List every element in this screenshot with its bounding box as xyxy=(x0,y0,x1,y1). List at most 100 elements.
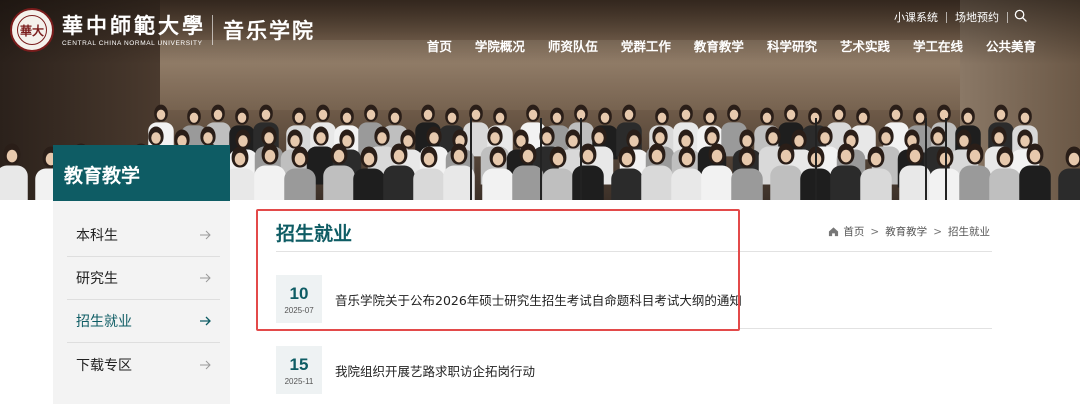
news-title-link[interactable]: 我院组织开展艺路求职访企拓岗行动 xyxy=(335,361,535,380)
university-seal-icon: 華大 xyxy=(10,8,54,52)
singer-head xyxy=(878,126,894,146)
choir-singer xyxy=(731,146,763,200)
breadcrumb: 首页 > 教育教学 > 招生就业 xyxy=(828,224,990,239)
utility-link-class-system[interactable]: 小课系统 xyxy=(894,9,938,25)
singer-face xyxy=(294,112,304,123)
singer-head xyxy=(1026,143,1044,165)
nav-item-education[interactable]: 教育教学 xyxy=(694,36,744,55)
site-logo[interactable]: 華大 華中師範大學 CENTRAL CHINA NORMAL UNIVERSIT… xyxy=(10,8,315,52)
singer-face xyxy=(318,109,328,120)
singer-body xyxy=(1058,168,1080,200)
singer-head xyxy=(360,146,378,168)
singer-face xyxy=(492,152,504,166)
singer-face xyxy=(629,135,639,147)
singer-face xyxy=(681,109,691,120)
singer-head xyxy=(340,107,354,125)
singer-face xyxy=(915,112,925,123)
singer-face xyxy=(151,132,161,144)
sidebar-menu: 本科生 研究生 招生就业 下载专区 xyxy=(67,214,220,386)
choir-singer xyxy=(1019,143,1051,200)
sidebar-item-graduate[interactable]: 研究生 xyxy=(67,257,220,300)
microphone-stand xyxy=(470,118,472,200)
arrow-right-icon xyxy=(200,316,211,326)
singer-face xyxy=(290,135,300,147)
singer-head xyxy=(388,107,402,125)
singer-face xyxy=(342,112,352,123)
singer-face xyxy=(969,149,981,163)
singer-face xyxy=(6,149,18,163)
sidebar-item-label: 招生就业 xyxy=(76,314,132,330)
singer-head xyxy=(991,126,1007,146)
singer-face xyxy=(333,149,345,163)
breadcrumb-separator: > xyxy=(870,225,880,238)
singer-face xyxy=(891,109,901,120)
nav-item-art-practice[interactable]: 艺术实践 xyxy=(840,36,890,55)
utility-divider xyxy=(946,11,947,23)
singer-head xyxy=(937,104,951,122)
nav-item-overview[interactable]: 学院概况 xyxy=(475,36,525,55)
singer-head xyxy=(961,107,975,125)
singer-face xyxy=(528,109,538,120)
singer-body xyxy=(959,165,991,200)
breadcrumb-home[interactable]: 首页 xyxy=(843,224,864,239)
news-item[interactable]: 15 2025-11 我院组织开展艺路求职访企拓岗行动 xyxy=(276,346,992,394)
singer-face xyxy=(1020,112,1030,123)
search-icon[interactable] xyxy=(1014,9,1027,22)
nav-item-home[interactable]: 首页 xyxy=(427,36,452,55)
singer-head xyxy=(420,146,438,168)
singer-head xyxy=(421,104,435,122)
singer-face xyxy=(552,152,564,166)
singer-head xyxy=(648,143,666,165)
nav-item-faculty[interactable]: 师资队伍 xyxy=(548,36,598,55)
singer-face xyxy=(189,112,199,123)
singer-face xyxy=(780,149,792,163)
choir-singer xyxy=(413,146,445,200)
singer-head xyxy=(777,143,795,165)
singer-head xyxy=(3,143,21,165)
singer-head xyxy=(211,104,225,122)
singer-face xyxy=(363,152,375,166)
singer-face xyxy=(655,132,665,144)
singer-face xyxy=(261,109,271,120)
choir-singer xyxy=(989,146,1021,200)
sidebar-item-downloads[interactable]: 下载专区 xyxy=(67,343,220,386)
singer-head xyxy=(526,104,540,122)
nav-item-research[interactable]: 科学研究 xyxy=(767,36,817,55)
singer-head xyxy=(832,104,846,122)
sidebar-item-admissions[interactable]: 招生就业 xyxy=(67,300,220,343)
choir-singer xyxy=(860,146,892,200)
date-badge: 15 2025-11 xyxy=(276,346,322,394)
singer-head xyxy=(316,104,330,122)
singer-head xyxy=(154,104,168,122)
choir-singer xyxy=(641,143,673,200)
sidebar-item-label: 下载专区 xyxy=(76,357,132,374)
singer-body xyxy=(770,165,802,200)
sidebar-item-undergraduate[interactable]: 本科生 xyxy=(67,214,220,257)
singer-body xyxy=(701,165,733,200)
breadcrumb-education[interactable]: 教育教学 xyxy=(885,224,927,239)
singer-body xyxy=(611,168,643,200)
singer-body xyxy=(641,165,673,200)
singer-face xyxy=(624,109,634,120)
singer-face xyxy=(471,109,481,120)
choir-singer xyxy=(701,143,733,200)
choir-singer xyxy=(482,146,514,200)
singer-face xyxy=(366,109,376,120)
microphone-stand xyxy=(540,118,542,200)
singer-body xyxy=(671,168,703,200)
singer-face xyxy=(423,152,435,166)
nav-item-party[interactable]: 党群工作 xyxy=(621,36,671,55)
singer-head xyxy=(291,146,309,168)
nav-item-public-aesthetics[interactable]: 公共美育 xyxy=(986,36,1036,55)
nav-item-student-affairs[interactable]: 学工在线 xyxy=(913,36,963,55)
utility-link-venue-booking[interactable]: 场地预约 xyxy=(955,9,999,25)
singer-head xyxy=(708,143,726,165)
choir-singer xyxy=(0,143,28,200)
singer-face xyxy=(316,132,326,144)
microphone-stand xyxy=(945,118,947,200)
singer-body xyxy=(1019,165,1051,200)
singer-head xyxy=(837,143,855,165)
singer-face xyxy=(999,152,1011,166)
singer-head xyxy=(930,126,946,146)
choir-singer xyxy=(353,146,385,200)
